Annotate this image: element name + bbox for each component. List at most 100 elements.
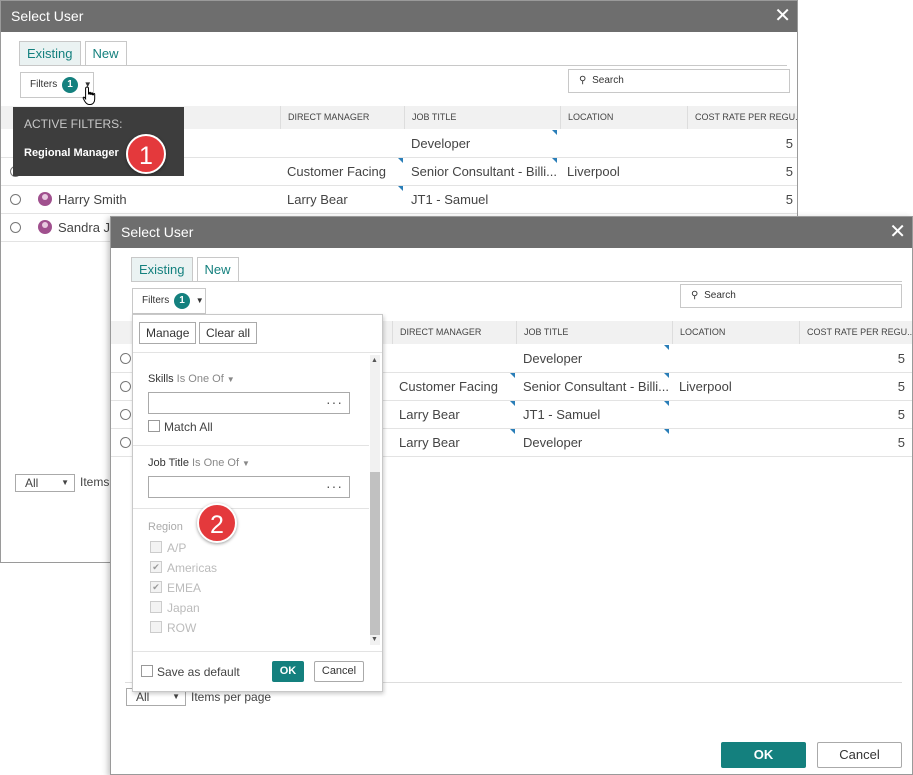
row-radio[interactable] [120,437,131,448]
chevron-down-icon: ▼ [195,296,204,305]
job-title-label: Job Title [148,457,189,469]
job-title-input[interactable] [148,476,321,498]
sort-marker [664,401,669,406]
region-label-emea: EMEA [167,581,202,595]
column-header-direct-manager[interactable]: DIRECT MANAGER [280,106,405,129]
region-checkbox-row [150,621,162,633]
panel-divider [133,651,382,652]
scroll-down-icon[interactable]: ▼ [371,636,378,643]
job-title-cell: Developer [411,136,471,151]
items-per-page-label: Items per page [191,690,272,704]
column-header-job-title[interactable]: JOB TITLE [516,321,672,344]
chevron-down-icon: ▼ [242,459,250,468]
row-radio[interactable] [10,194,21,205]
job-title-cell: Senior Consultant - Billi... [411,164,556,179]
job-title-cell: Developer [523,351,583,366]
sort-marker [664,429,669,434]
panel-divider [133,508,369,509]
row-radio[interactable] [120,381,131,392]
filters-button[interactable]: Filters 1 ▼ [132,288,206,314]
avatar [38,220,52,234]
column-header-job-title[interactable]: JOB TITLE [404,106,560,129]
row-radio[interactable] [10,222,21,233]
save-as-default-checkbox[interactable] [141,665,153,677]
search-placeholder: Search [704,290,736,301]
sort-marker [664,373,669,378]
column-header-cost-rate[interactable]: COST RATE PER REGU... [799,321,912,344]
close-icon[interactable]: ✕ [889,217,906,248]
job-title-cell: Developer [523,435,583,450]
direct-manager-cell: Larry Bear [399,407,460,422]
tab-existing[interactable]: Existing [19,41,81,66]
filter-ok-button[interactable]: OK [272,661,304,682]
cancel-button[interactable]: Cancel [817,742,902,768]
tab-new[interactable]: New [196,257,239,282]
skills-operator[interactable]: Is One Of [177,373,224,385]
scrollbar-thumb[interactable] [370,472,380,635]
match-all-label: Match All [164,420,213,434]
tab-new[interactable]: New [84,41,127,66]
filters-label: Filters [142,295,170,306]
location-cell: Liverpool [567,164,620,179]
filter-cancel-button[interactable]: Cancel [314,661,364,682]
save-as-default-label: Save as default [157,665,240,679]
tab-divider [131,281,902,282]
items-per-page-select[interactable]: All ▼ [15,474,75,492]
direct-manager-cell: Customer Facing [399,379,498,394]
sort-marker [398,158,403,163]
cost-rate-cell: 5 [897,407,905,422]
search-input[interactable]: ⚲ Search [568,69,790,93]
region-label: Region [148,521,183,533]
tab-bar: Existing New [19,41,127,66]
region-checkbox-americas: ✔ [150,561,162,573]
column-header-direct-manager[interactable]: DIRECT MANAGER [392,321,517,344]
dialog-title: Select User [121,224,194,240]
job-title-picker-button[interactable]: ··· [320,476,350,498]
manage-button[interactable]: Manage [139,322,197,344]
direct-manager-cell: Customer Facing [287,164,386,179]
filters-count-badge: 1 [174,293,191,309]
clear-all-button[interactable]: Clear all [199,322,258,344]
region-checkbox-emea: ✔ [150,581,162,593]
skills-label: Skills [148,373,174,385]
row-radio[interactable] [120,409,131,420]
column-header-location[interactable]: LOCATION [672,321,799,344]
location-cell: Liverpool [679,379,732,394]
skills-picker-button[interactable]: ··· [320,392,350,414]
dialog-titlebar: Select User ✕ [111,217,912,248]
close-icon[interactable]: ✕ [774,1,791,32]
job-title-operator[interactable]: Is One Of [192,457,239,469]
sort-marker [664,345,669,350]
table-row[interactable]: Harry Smith Larry Bear JT1 - Samuel 5 [1,186,797,214]
panel-divider [133,352,382,353]
ok-button[interactable]: OK [721,742,806,768]
skills-input[interactable] [148,392,321,414]
region-label-ap: A/P [167,541,187,555]
cost-rate-cell: 5 [897,351,905,366]
match-all-checkbox[interactable] [148,420,160,432]
active-filter-item[interactable]: Regional Manager [24,147,119,159]
user-name-cell: Harry Smith [58,192,127,207]
active-filters-heading: ACTIVE FILTERS: [24,117,123,131]
items-per-page-value: All [136,690,150,704]
hand-cursor-icon [82,86,96,105]
items-per-page-label: Items [80,475,110,489]
column-header-location[interactable]: LOCATION [560,106,687,129]
tab-existing[interactable]: Existing [131,257,193,282]
sort-marker [510,429,515,434]
sort-marker [552,130,557,135]
filter-scrollbar[interactable]: ▲ ▼ [370,355,380,645]
region-checkbox-ap [150,541,162,553]
cost-rate-cell: 5 [897,379,905,394]
scroll-up-icon[interactable]: ▲ [371,357,378,364]
callout-badge-1: 1 [126,134,166,174]
column-header-cost-rate[interactable]: COST RATE PER REGU... [687,106,797,129]
cost-rate-cell: 5 [785,164,793,179]
dialog-titlebar: Select User ✕ [1,1,797,32]
items-per-page-value: All [25,476,39,490]
dialog-title: Select User [11,8,84,24]
search-input[interactable]: ⚲ Search [680,284,902,308]
row-radio[interactable] [120,353,131,364]
chevron-down-icon: ▼ [226,375,235,384]
skills-filter-label: Skills Is One Of ▼ [148,373,235,385]
